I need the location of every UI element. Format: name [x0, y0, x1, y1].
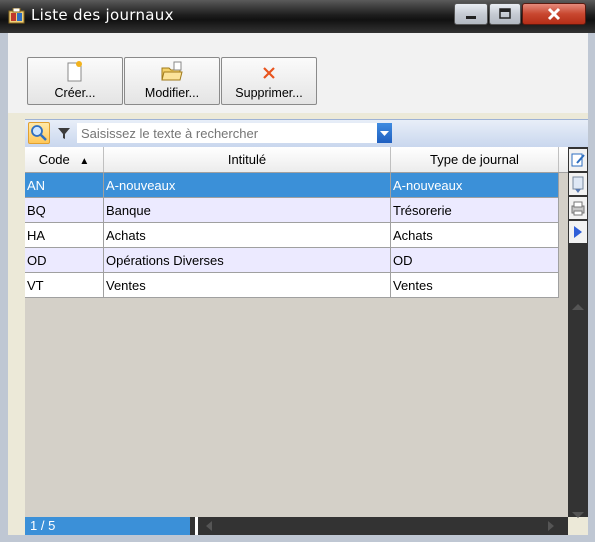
window-content: Créer... Modifier... Supprimer... Saisis…	[8, 33, 588, 535]
table-header: Code ▲ Intitulé Type de journal	[25, 147, 568, 173]
column-header-code[interactable]: Code ▲	[25, 147, 104, 172]
cell-code: OD	[25, 248, 104, 273]
maximize-button[interactable]	[489, 3, 521, 25]
cell-label: Ventes	[104, 273, 391, 298]
cell-type: Ventes	[391, 273, 559, 298]
delete-x-icon	[222, 60, 316, 84]
expand-arrow-icon[interactable]	[569, 221, 587, 243]
create-button[interactable]: Créer...	[27, 57, 123, 105]
edit-columns-icon[interactable]	[569, 149, 587, 171]
cell-code: VT	[25, 273, 104, 298]
journal-list-window: Liste des journaux Créer... Modifier...	[0, 0, 595, 542]
new-document-icon	[28, 60, 122, 84]
table-row[interactable]: VT Ventes Ventes	[25, 273, 568, 298]
scroll-left-icon	[206, 521, 212, 531]
column-header-label[interactable]: Intitulé	[104, 147, 391, 172]
cell-label: Opérations Diverses	[104, 248, 391, 273]
cell-label: Achats	[104, 223, 391, 248]
delete-label: Supprimer...	[235, 86, 303, 100]
delete-button[interactable]: Supprimer...	[221, 57, 317, 105]
column-header-type[interactable]: Type de journal	[391, 147, 559, 172]
scroll-right-icon	[548, 521, 554, 531]
table-row[interactable]: OD Opérations Diverses OD	[25, 248, 568, 273]
cell-type: A-nouveaux	[391, 173, 559, 198]
close-button[interactable]	[522, 3, 586, 25]
title-bar[interactable]: Liste des journaux	[0, 0, 595, 33]
grid-side-toolbar	[568, 147, 588, 518]
create-label: Créer...	[54, 86, 96, 100]
search-icon[interactable]	[28, 122, 50, 144]
cell-label: A-nouveaux	[104, 173, 391, 198]
column-header-code-label: Code	[38, 152, 70, 167]
cell-code: BQ	[25, 198, 104, 223]
cell-type: Trésorerie	[391, 198, 559, 223]
filter-icon[interactable]	[57, 126, 71, 143]
horizontal-scroll-thumb[interactable]	[195, 517, 198, 535]
search-dropdown-button[interactable]	[377, 123, 392, 143]
table-row[interactable]: AN A-nouveaux A-nouveaux	[25, 173, 568, 198]
edit-button[interactable]: Modifier...	[124, 57, 220, 105]
cell-label: Banque	[104, 198, 391, 223]
scroll-down-icon[interactable]	[571, 507, 585, 522]
cell-type: OD	[391, 248, 559, 273]
cell-code: HA	[25, 223, 104, 248]
table-row[interactable]: HA Achats Achats	[25, 223, 568, 248]
journal-table: Code ▲ Intitulé Type de journal AN A-nou…	[25, 147, 568, 517]
sort-ascending-icon: ▲	[79, 156, 90, 167]
print-icon[interactable]	[569, 197, 587, 219]
edit-label: Modifier...	[144, 86, 200, 100]
scroll-up-icon[interactable]	[571, 299, 585, 314]
toolbar: Créer... Modifier... Supprimer...	[8, 33, 588, 113]
cell-type: Achats	[391, 223, 559, 248]
search-input[interactable]	[77, 123, 377, 143]
open-folder-icon	[125, 60, 219, 84]
minimize-button[interactable]	[454, 3, 488, 25]
record-count: 1 / 5	[25, 517, 190, 535]
status-bar: 1 / 5	[25, 517, 568, 535]
horizontal-scrollbar[interactable]	[200, 518, 560, 534]
journal-book-icon	[8, 7, 25, 24]
table-row[interactable]: BQ Banque Trésorerie	[25, 198, 568, 223]
cell-code: AN	[25, 173, 104, 198]
export-icon[interactable]	[569, 173, 587, 195]
search-bar	[25, 119, 588, 147]
window-title: Liste des journaux	[31, 6, 174, 24]
